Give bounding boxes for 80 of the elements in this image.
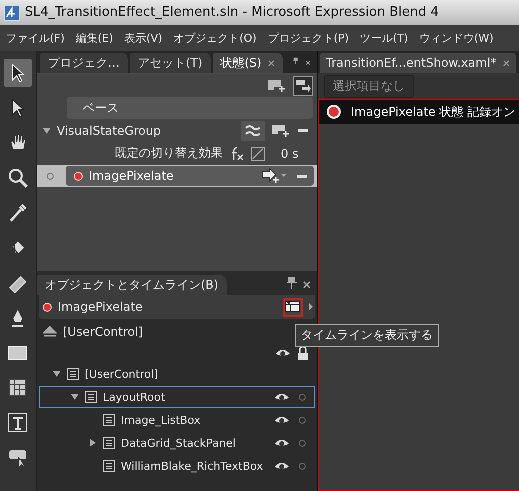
menu-item[interactable]: オブジェクト(O) bbox=[174, 30, 257, 46]
element-icon bbox=[84, 390, 98, 404]
eyedropper-icon bbox=[7, 202, 29, 224]
eye-icon[interactable] bbox=[274, 437, 290, 449]
element-icon bbox=[102, 459, 116, 473]
tree-row[interactable]: DataGrid_StackPanel bbox=[39, 432, 315, 454]
menu-item[interactable]: ウィンドウ(W) bbox=[419, 30, 494, 46]
breadcrumb[interactable]: 選択項目なし bbox=[324, 74, 414, 98]
app-icon bbox=[4, 4, 20, 20]
tree-item-label: LayoutRoot bbox=[103, 390, 166, 404]
scope-name: [UserControl] bbox=[63, 325, 144, 339]
lock-toggle-icon[interactable] bbox=[299, 440, 306, 446]
expander-icon[interactable] bbox=[43, 128, 51, 134]
easing-function-icon[interactable] bbox=[229, 146, 245, 162]
lock-toggle-icon[interactable] bbox=[299, 416, 306, 424]
remove-icon[interactable] bbox=[297, 174, 307, 178]
eye-icon[interactable] bbox=[275, 347, 291, 359]
close-icon[interactable] bbox=[306, 59, 311, 67]
eye-icon[interactable] bbox=[274, 460, 290, 472]
tooltip: タイムラインを表示する bbox=[295, 324, 439, 347]
lock-toggle-icon[interactable] bbox=[299, 462, 306, 470]
menu-item[interactable]: ツール(T) bbox=[360, 30, 408, 46]
document-tab[interactable]: TransitionEf...entShow.xaml* bbox=[320, 53, 516, 73]
duration-value[interactable]: 0 s bbox=[281, 146, 299, 160]
tool-button[interactable] bbox=[4, 59, 32, 87]
panel-tab[interactable]: プロジェク… bbox=[40, 53, 128, 73]
caret-icon[interactable] bbox=[309, 303, 313, 311]
state-row[interactable]: ImagePixelate bbox=[37, 165, 317, 187]
expander-icon[interactable] bbox=[53, 371, 61, 377]
transition-preview-icon[interactable] bbox=[293, 76, 313, 96]
panel-tab[interactable]: アセット(T) bbox=[130, 53, 211, 73]
record-dot-icon bbox=[43, 302, 52, 312]
close-icon[interactable] bbox=[268, 60, 275, 66]
tree-row[interactable]: LayoutRoot bbox=[39, 386, 315, 408]
tree-item-label: WilliamBlake_RichTextBox bbox=[121, 460, 264, 472]
tree-row[interactable]: WilliamBlake_RichTextBox bbox=[39, 455, 315, 477]
show-timeline-button[interactable] bbox=[283, 298, 303, 316]
zoom-icon bbox=[7, 167, 29, 189]
element-icon bbox=[102, 413, 116, 427]
wave-icon[interactable] bbox=[241, 120, 265, 140]
lock-icon[interactable] bbox=[297, 346, 309, 360]
lock-toggle-icon[interactable] bbox=[299, 394, 306, 400]
element-icon bbox=[102, 436, 116, 450]
storyboard-name[interactable]: ImagePixelate bbox=[58, 300, 143, 314]
close-icon[interactable] bbox=[502, 60, 510, 66]
menu-item[interactable]: プロジェクト(P) bbox=[268, 30, 350, 46]
expander-icon[interactable] bbox=[90, 439, 96, 447]
eye-icon[interactable] bbox=[274, 414, 290, 426]
tree-item-label: Image_ListBox bbox=[121, 414, 201, 426]
tree-row[interactable]: [UserControl] bbox=[39, 363, 315, 385]
state-group-name: VisualStateGroup bbox=[57, 124, 162, 138]
panel-tab[interactable]: オブジェクトとタイムライン(B) bbox=[37, 275, 227, 295]
add-transition-icon[interactable] bbox=[262, 168, 288, 184]
tree-item-label: DataGrid_StackPanel bbox=[121, 436, 236, 450]
easing-curve-icon[interactable] bbox=[251, 146, 265, 160]
element-icon bbox=[66, 367, 80, 381]
window-title: SL4_TransitionEffect_Element.sln - Microsoft Expression Blend 4 bbox=[25, 5, 439, 20]
eye-icon[interactable] bbox=[274, 391, 290, 403]
add-state-icon[interactable] bbox=[271, 124, 289, 138]
expander-icon[interactable] bbox=[71, 394, 79, 400]
panel-tab[interactable]: 状態(S) bbox=[212, 53, 283, 73]
record-dot-icon[interactable] bbox=[74, 172, 83, 180]
tree-item-label: [UserControl] bbox=[85, 368, 158, 380]
base-state-item[interactable]: ベース bbox=[67, 97, 313, 119]
up-arrow-icon[interactable] bbox=[43, 326, 57, 338]
menu-item[interactable]: ファイル(F) bbox=[6, 30, 65, 46]
state-name: ImagePixelate bbox=[89, 169, 174, 183]
pin-icon[interactable] bbox=[292, 55, 298, 67]
transition-label: 既定の切り替え効果 bbox=[115, 145, 223, 162]
recording-label: ImagePixelate 状態 記録オン bbox=[351, 104, 516, 120]
grid-icon bbox=[7, 377, 29, 399]
add-state-group-icon[interactable] bbox=[267, 78, 285, 94]
close-icon[interactable] bbox=[303, 281, 311, 289]
radio-icon[interactable] bbox=[47, 172, 54, 180]
record-icon[interactable] bbox=[327, 105, 341, 119]
menu-item[interactable]: 編集(E) bbox=[76, 30, 114, 46]
text-icon bbox=[7, 412, 29, 434]
pin-icon[interactable] bbox=[287, 277, 297, 289]
menu-item[interactable]: 表示(V) bbox=[124, 30, 163, 46]
tree-row[interactable]: Image_ListBox bbox=[39, 409, 315, 431]
